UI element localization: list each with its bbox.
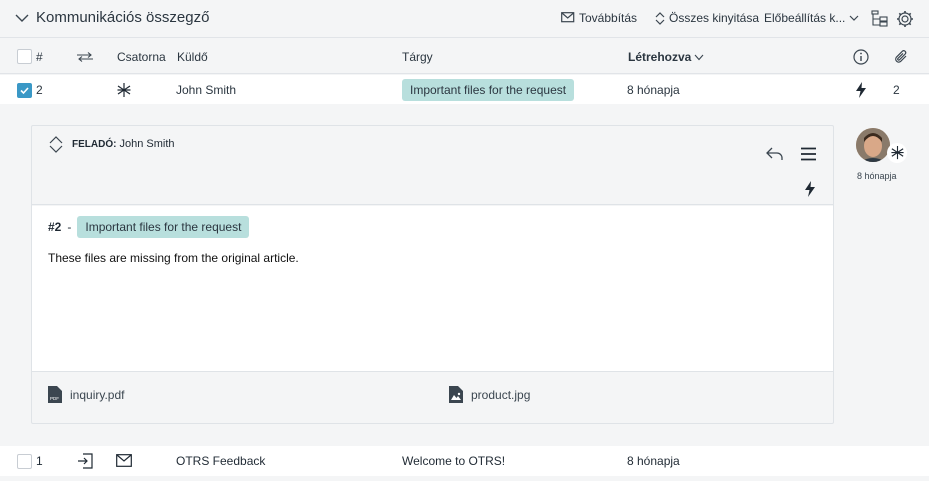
expand-all-label: Összes kinyitása <box>669 11 760 25</box>
incoming-icon <box>78 453 93 469</box>
article-from: FELADÓ: John Smith <box>72 138 175 150</box>
row-attachment-count: 2 <box>893 83 900 97</box>
attachment-list: PDF inquiry.pdf product.jpg <box>32 372 833 423</box>
pdf-file-icon: PDF <box>48 386 62 403</box>
expand-all-button[interactable]: Összes kinyitása <box>655 11 759 25</box>
checkmark-icon <box>20 87 29 95</box>
lightning-icon <box>856 82 866 98</box>
row-subject: Important files for the request <box>402 79 575 101</box>
sort-chevron-down-icon[interactable] <box>694 54 704 61</box>
avatar-photo <box>856 128 890 162</box>
article-subject-line: #2 - Important files for the request <box>48 216 250 238</box>
chevron-down-icon <box>849 15 859 21</box>
article-number: #2 <box>48 220 62 234</box>
attachment-item[interactable]: product.jpg <box>449 386 530 403</box>
article-card: FELADÓ: John Smith #2 - Important files … <box>31 125 834 424</box>
lightning-icon <box>805 181 815 197</box>
row-subject: Welcome to OTRS! <box>402 454 506 468</box>
attachment-item[interactable]: PDF inquiry.pdf <box>48 386 124 403</box>
column-subject[interactable]: Tárgy <box>402 50 433 64</box>
table-row[interactable]: 2 John Smith Important files for the req… <box>0 75 929 105</box>
direction-icon <box>77 52 93 62</box>
channel-internal-icon <box>117 83 131 97</box>
svg-text:PDF: PDF <box>50 396 59 401</box>
image-file-icon <box>449 386 463 403</box>
article-detail-panel: FELADÓ: John Smith #2 - Important files … <box>0 104 929 440</box>
row-checkbox[interactable] <box>17 454 32 469</box>
row-sender: John Smith <box>176 83 237 97</box>
channel-internal-icon <box>891 145 904 160</box>
row-created: 8 hónapja <box>627 83 680 97</box>
expand-collapse-icon[interactable] <box>49 136 63 153</box>
avatar-channel-badge <box>887 143 907 163</box>
article-age: 8 hónapja <box>857 171 897 181</box>
presets-label: Előbeállítás k... <box>764 11 846 25</box>
column-settings-icon[interactable] <box>871 10 888 27</box>
attachment-name[interactable]: product.jpg <box>471 388 530 402</box>
from-name: John Smith <box>119 138 175 150</box>
select-all-checkbox[interactable] <box>17 49 32 64</box>
row-created: 8 hónapja <box>627 454 680 468</box>
reply-icon[interactable] <box>766 147 784 161</box>
row-subject-tag: Important files for the request <box>402 79 575 101</box>
info-icon <box>853 49 869 65</box>
avatar <box>856 128 890 162</box>
attachment-name[interactable]: inquiry.pdf <box>70 388 124 402</box>
row-checkbox[interactable] <box>17 83 32 98</box>
article-subject: Important files for the request <box>77 216 250 238</box>
article-body: #2 - Important files for the request The… <box>32 206 833 372</box>
column-number[interactable]: # <box>36 50 43 64</box>
row-number: 2 <box>36 83 43 97</box>
forward-mail-icon <box>561 12 575 23</box>
widget-title: Kommunikációs összegző <box>36 9 210 26</box>
article-header: FELADÓ: John Smith <box>32 126 833 205</box>
article-separator: - <box>67 220 72 234</box>
collapse-chevron-icon[interactable] <box>14 10 30 26</box>
column-sender[interactable]: Küldő <box>177 50 208 64</box>
menu-icon[interactable] <box>800 147 817 161</box>
table-row[interactable]: 1 OTRS Feedback Welcome to OTRS! 8 hónap… <box>0 446 929 476</box>
gear-icon[interactable] <box>896 10 914 28</box>
forward-button[interactable]: Továbbítás <box>561 11 637 25</box>
table-header: # Csatorna Küldő Tárgy Létrehozva <box>0 39 929 74</box>
expand-icon <box>655 11 665 25</box>
widget-header: Kommunikációs összegző Továbbítás Összes… <box>0 0 929 38</box>
forward-label: Továbbítás <box>579 11 638 25</box>
column-channel[interactable]: Csatorna <box>117 50 166 64</box>
presets-dropdown[interactable]: Előbeállítás k... <box>764 11 859 25</box>
row-number: 1 <box>36 454 43 468</box>
article-text: These files are missing from the origina… <box>48 251 299 265</box>
from-label: FELADÓ: <box>72 139 117 150</box>
row-sender: OTRS Feedback <box>176 454 266 468</box>
column-created[interactable]: Létrehozva <box>628 50 691 64</box>
email-icon <box>116 454 132 467</box>
paperclip-icon <box>895 50 907 63</box>
